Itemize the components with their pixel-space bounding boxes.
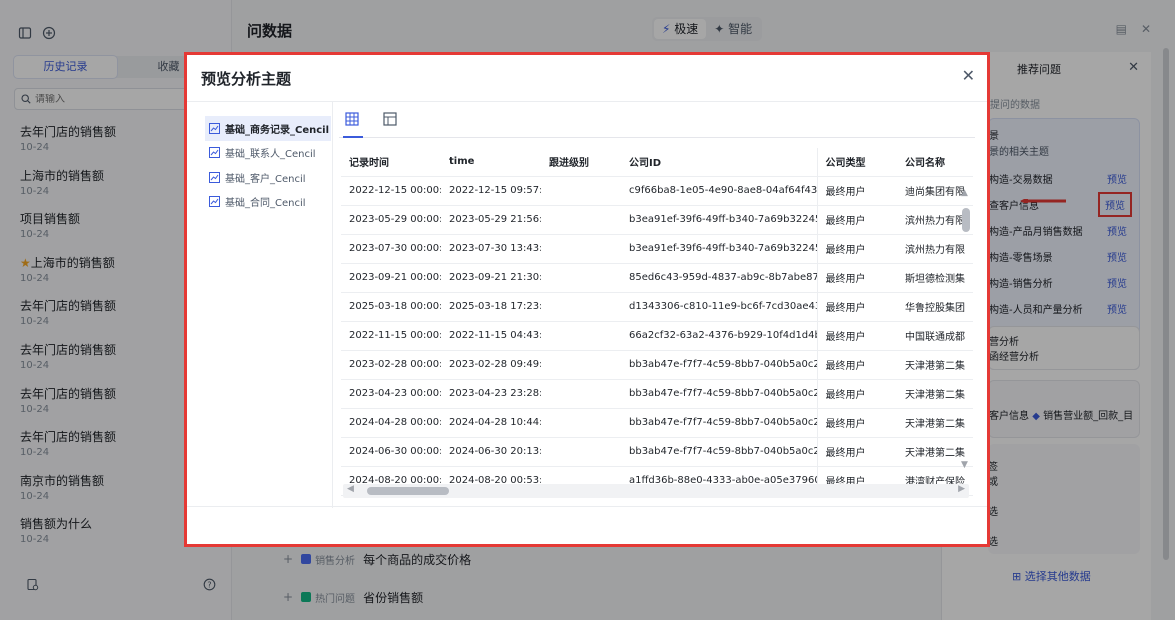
- table-cell: 2025-03-18 17:23:43: [441, 292, 541, 322]
- table-cell: bb3ab47e-f7f7-4c59-8bb7-040b5a0c2d0e: [621, 437, 818, 467]
- chart-icon: [209, 171, 220, 183]
- preview-topic-modal: 预览分析主题 ✕ 基础_商务记录_Cencil 基础_联系人_Cencil 基础_客…: [184, 52, 990, 547]
- scroll-down-icon[interactable]: ▼: [961, 460, 968, 470]
- modal-topic-item[interactable]: 基础_合同_Cencil: [205, 190, 331, 215]
- modal-topic-label: 基础_客户_Cencil: [225, 173, 306, 185]
- table-cell: 2024-04-28 10:44:52: [441, 408, 541, 438]
- table-cell: 2023-04-23 00:00:00: [341, 379, 441, 409]
- table-cell: [541, 408, 621, 438]
- chart-icon: [209, 147, 220, 159]
- table-cell: 最终用户: [817, 205, 897, 235]
- table-cell: bb3ab47e-f7f7-4c59-8bb7-040b5a0c2d0e: [621, 408, 818, 438]
- modal-topic-label: 基础_商务记录_Cencil: [225, 124, 330, 136]
- table-cell: 2022-12-15 00:00:00: [341, 176, 441, 206]
- modal-close-icon[interactable]: ✕: [962, 66, 975, 85]
- table-cell: 2023-02-28 09:49:51: [441, 350, 541, 380]
- table-cell: 2024-04-28 00:00:00: [341, 408, 441, 438]
- table-cell: 最终用户: [817, 234, 897, 264]
- table-cell: 2023-02-28 00:00:00: [341, 350, 441, 380]
- table-row: 2023-04-23 00:00:002023-04-23 23:28:09 bb…: [341, 379, 973, 409]
- table-cell: 2022-11-15 04:43:16: [441, 321, 541, 351]
- table-cell: [541, 350, 621, 380]
- table-header-row: 记录时间 time 跟进级别 公司ID 公司类型 公司名称: [341, 148, 973, 177]
- column-header[interactable]: time: [441, 148, 541, 177]
- chart-icon: [209, 122, 220, 134]
- table-cell: 2022-11-15 00:00:00: [341, 321, 441, 351]
- column-header[interactable]: 跟进级别: [541, 148, 621, 177]
- modal-topic-label: 基础_合同_Cencil: [225, 198, 306, 210]
- scroll-right-icon[interactable]: ▶: [958, 484, 965, 494]
- table-view-icon[interactable]: [343, 112, 363, 138]
- table-cell: 最终用户: [817, 176, 897, 206]
- table-row: 2023-09-21 00:00:002023-09-21 21:30:14 85…: [341, 263, 973, 293]
- modal-title: 预览分析主题: [201, 70, 292, 88]
- table-body: 2022-12-15 00:00:002022-12-15 09:57:19 c9…: [341, 176, 973, 496]
- table-row: 2022-12-15 00:00:002022-12-15 09:57:19 c9…: [341, 176, 973, 206]
- table-cell: [541, 234, 621, 264]
- table-cell: 2023-09-21 21:30:14: [441, 263, 541, 293]
- table-horizontal-scrollbar[interactable]: ◀ ▶: [343, 484, 969, 498]
- table-cell: 2023-09-21 00:00:00: [341, 263, 441, 293]
- table-cell: b3ea91ef-39f6-49ff-b340-7a69b322456a: [621, 234, 818, 264]
- table-cell: d1343306-c810-11e9-bc6f-7cd30ae4376a: [621, 292, 818, 322]
- table-cell: 最终用户: [817, 321, 897, 351]
- horizontal-scroll-thumb[interactable]: [367, 487, 449, 495]
- view-tabs: [339, 110, 975, 138]
- modal-topic-list: 基础_商务记录_Cencil 基础_联系人_Cencil 基础_客户_Cencil 基…: [187, 102, 333, 508]
- table-row: 2025-03-18 00:00:002025-03-18 17:23:43 d1…: [341, 292, 973, 322]
- table-cell: 2022-12-15 09:57:19: [441, 176, 541, 206]
- table-cell: bb3ab47e-f7f7-4c59-8bb7-040b5a0c2d0e: [621, 350, 818, 380]
- modal-topic-label: 基础_联系人_Cencil: [225, 149, 316, 161]
- column-header[interactable]: 公司名称: [897, 148, 973, 177]
- table-row: 2024-06-30 00:00:002024-06-30 20:13:53 bb…: [341, 437, 973, 467]
- table-vertical-scrollbar[interactable]: ▲ ▼: [960, 188, 972, 478]
- preview-table: 记录时间 time 跟进级别 公司ID 公司类型 公司名称 2022-12-15 00:0…: [341, 148, 977, 498]
- table-cell: 2023-07-30 00:00:00: [341, 234, 441, 264]
- table-cell: [541, 263, 621, 293]
- modal-topic-item[interactable]: 基础_商务记录_Cencil: [205, 116, 331, 141]
- chart-icon: [209, 196, 220, 208]
- table-row: 2023-05-29 00:00:002023-05-29 21:56:50 b3…: [341, 205, 973, 235]
- table-cell: [541, 321, 621, 351]
- table-cell: 最终用户: [817, 437, 897, 467]
- table-cell: [541, 379, 621, 409]
- table-cell: b3ea91ef-39f6-49ff-b340-7a69b322456a: [621, 205, 818, 235]
- table-cell: 最终用户: [817, 379, 897, 409]
- column-header[interactable]: 记录时间: [341, 148, 441, 177]
- table-cell: 2023-04-23 23:28:09: [441, 379, 541, 409]
- table-cell: 2024-06-30 20:13:53: [441, 437, 541, 467]
- column-header[interactable]: 公司类型: [817, 148, 897, 177]
- table-cell: 2024-06-30 00:00:00: [341, 437, 441, 467]
- table-row: 2023-07-30 00:00:002023-07-30 13:43:47 b3…: [341, 234, 973, 264]
- modal-body: 基础_商务记录_Cencil 基础_联系人_Cencil 基础_客户_Cencil 基…: [187, 101, 987, 508]
- table-cell: 最终用户: [817, 350, 897, 380]
- modal-topic-item[interactable]: 基础_联系人_Cencil: [205, 141, 331, 166]
- table-cell: [541, 205, 621, 235]
- table-cell: c9f66ba8-1e05-4e90-8ae8-04af64f43121: [621, 176, 818, 206]
- vertical-scroll-thumb[interactable]: [962, 208, 970, 232]
- table-cell: 2025-03-18 00:00:00: [341, 292, 441, 322]
- scroll-left-icon[interactable]: ◀: [347, 484, 354, 494]
- table-cell: [541, 292, 621, 322]
- table-row: 2023-02-28 00:00:002023-02-28 09:49:51 bb…: [341, 350, 973, 380]
- table-cell: 2023-05-29 21:56:50: [441, 205, 541, 235]
- schema-view-icon[interactable]: [383, 112, 401, 130]
- modal-topic-item[interactable]: 基础_客户_Cencil: [205, 165, 331, 190]
- column-header[interactable]: 公司ID: [621, 148, 818, 177]
- table-cell: 最终用户: [817, 408, 897, 438]
- table-cell: [541, 176, 621, 206]
- table-row: 2024-04-28 00:00:002024-04-28 10:44:52 bb…: [341, 408, 973, 438]
- table-cell: 2023-05-29 00:00:00: [341, 205, 441, 235]
- table-cell: bb3ab47e-f7f7-4c59-8bb7-040b5a0c2d0e: [621, 379, 818, 409]
- table-cell: 85ed6c43-959d-4837-ab9c-8b7abe876907: [621, 263, 818, 293]
- table-cell: [541, 437, 621, 467]
- table-row: 2022-11-15 00:00:002022-11-15 04:43:16 66…: [341, 321, 973, 351]
- scroll-up-icon[interactable]: ▲: [961, 188, 968, 198]
- table-cell: 最终用户: [817, 263, 897, 293]
- table-cell: 最终用户: [817, 292, 897, 322]
- table-cell: 66a2cf32-63a2-4376-b929-10f4d1d4b27e: [621, 321, 818, 351]
- table-cell: 2023-07-30 13:43:47: [441, 234, 541, 264]
